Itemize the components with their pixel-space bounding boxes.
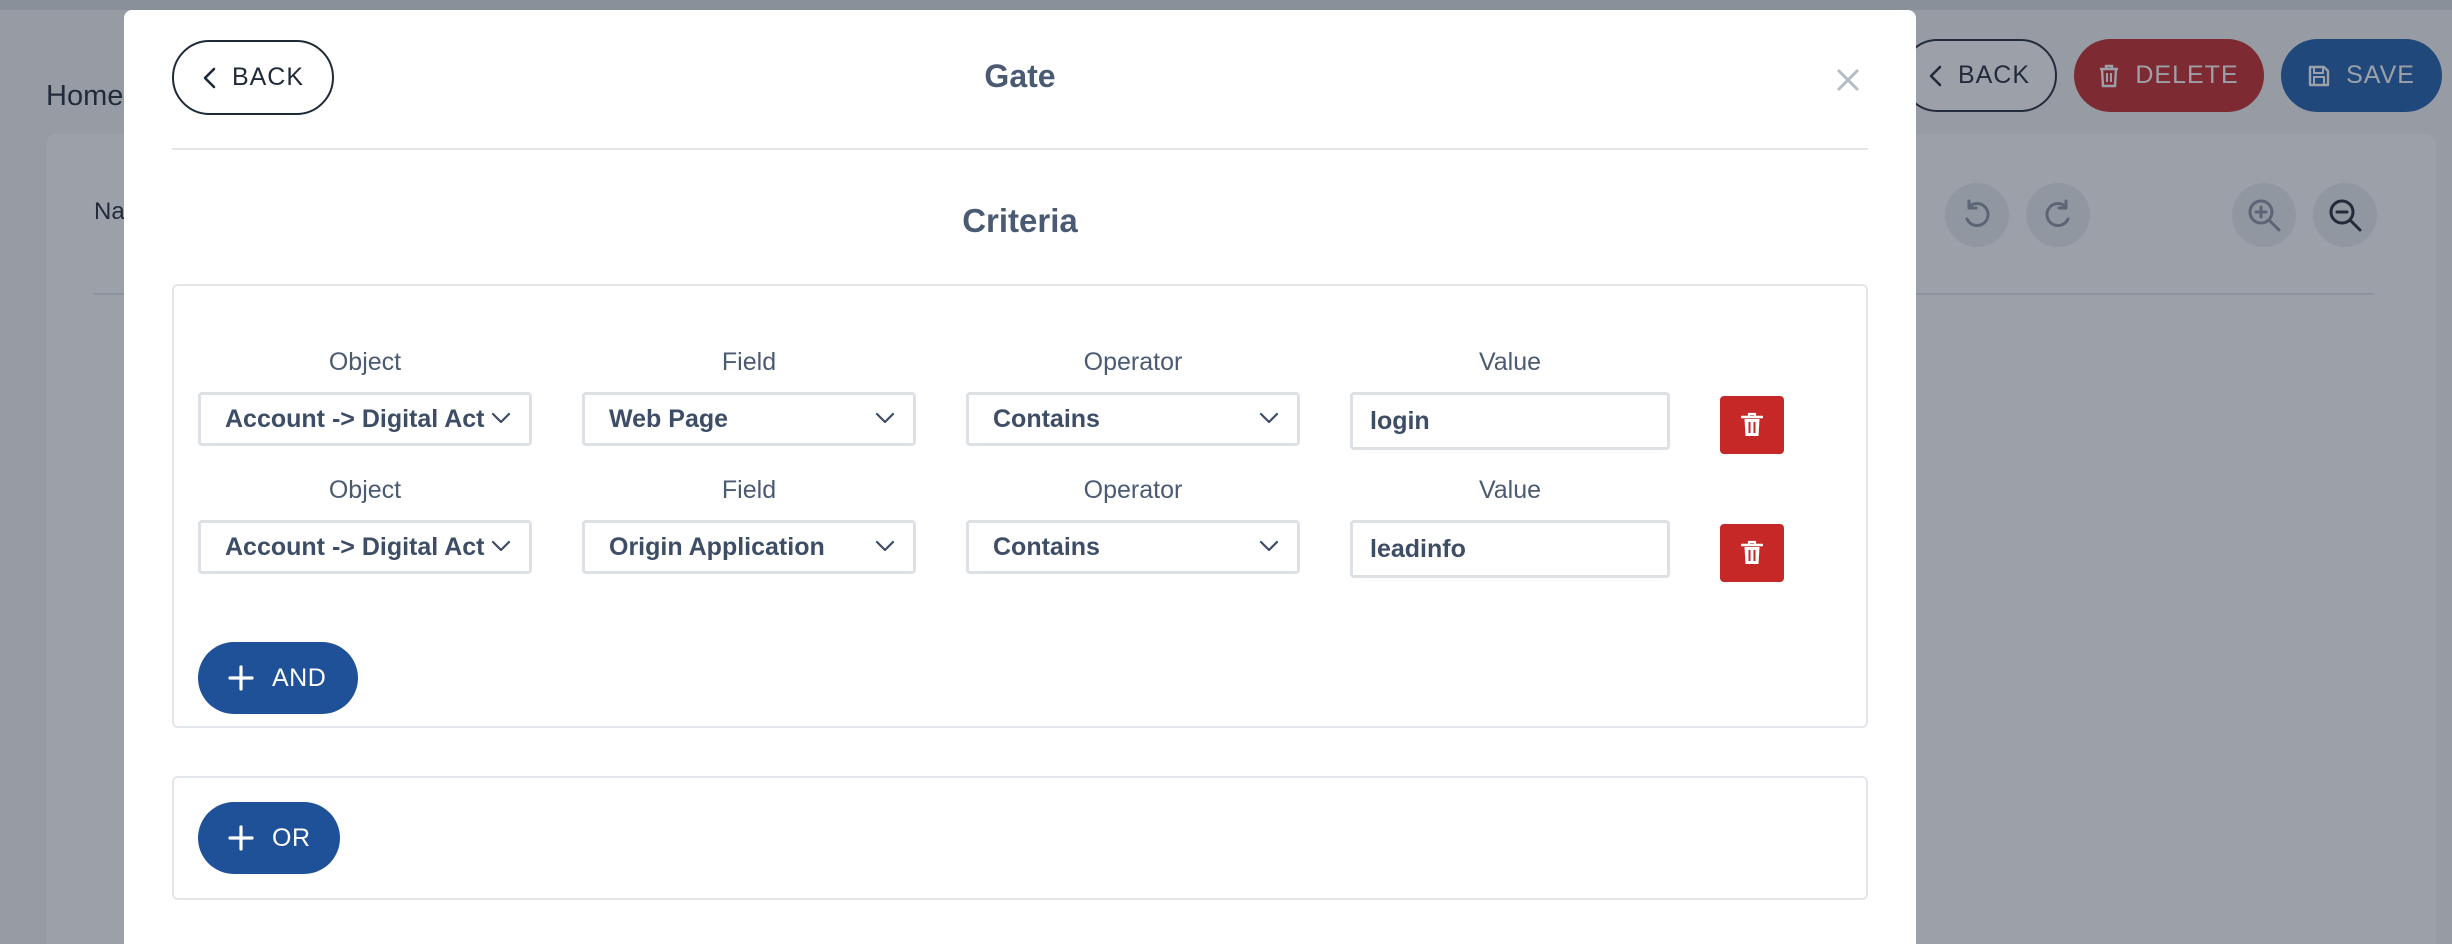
plus-icon: [228, 825, 254, 851]
chevron-down-icon: [491, 412, 511, 424]
operator-select-value: Contains: [993, 405, 1100, 433]
value-input[interactable]: login: [1350, 392, 1670, 450]
operator-column: Operator Contains: [966, 472, 1300, 574]
object-select-value: Account -> Digital Act: [225, 533, 485, 561]
and-group: Object Account -> Digital Act Field Web …: [172, 284, 1868, 728]
modal-title: Gate: [984, 58, 1056, 94]
chevron-down-icon: [1259, 412, 1279, 424]
field-select-value: Origin Application: [609, 533, 825, 561]
gate-modal: Gate BACK Criteria Object Account -> Dig…: [124, 10, 1916, 944]
object-column: Object Account -> Digital Act: [198, 344, 532, 446]
plus-icon: [228, 665, 254, 691]
field-select[interactable]: Web Page: [582, 392, 916, 446]
modal-header: Gate BACK: [172, 40, 1868, 150]
trash-icon: [1741, 412, 1763, 436]
value-column: Value login: [1350, 344, 1670, 450]
value-column: Value leadinfo: [1350, 472, 1670, 578]
chevron-down-icon: [491, 540, 511, 552]
trash-icon: [1741, 540, 1763, 564]
criteria-heading: Criteria: [962, 202, 1078, 239]
delete-criteria-button[interactable]: [1720, 396, 1784, 454]
field-select-value: Web Page: [609, 405, 729, 433]
field-select[interactable]: Origin Application: [582, 520, 916, 574]
modal-back-button[interactable]: BACK: [172, 40, 334, 115]
operator-label: Operator: [1083, 476, 1183, 504]
modal-back-label: BACK: [231, 63, 305, 91]
chevron-down-icon: [875, 412, 895, 424]
operator-column: Operator Contains: [966, 344, 1300, 446]
add-and-button[interactable]: AND: [198, 642, 358, 714]
criteria-row: Object Account -> Digital Act Field Web …: [198, 344, 1848, 464]
object-label: Object: [328, 348, 402, 376]
close-button[interactable]: [1828, 60, 1868, 100]
value-input[interactable]: leadinfo: [1350, 520, 1670, 578]
value-label: Value: [1478, 476, 1542, 504]
or-group: OR: [172, 776, 1868, 900]
operator-select-value: Contains: [993, 533, 1100, 561]
close-icon: [1837, 69, 1859, 91]
field-label: Field: [721, 348, 777, 376]
field-column: Field Origin Application: [582, 472, 916, 574]
delete-criteria-button[interactable]: [1720, 524, 1784, 582]
operator-label: Operator: [1083, 348, 1183, 376]
object-select[interactable]: Account -> Digital Act: [198, 392, 532, 446]
object-label: Object: [328, 476, 402, 504]
add-or-label: OR: [272, 823, 311, 852]
operator-select[interactable]: Contains: [966, 520, 1300, 574]
chevron-down-icon: [875, 540, 895, 552]
object-column: Object Account -> Digital Act: [198, 472, 532, 574]
field-label: Field: [721, 476, 777, 504]
criteria-row: Object Account -> Digital Act Field Orig…: [198, 472, 1848, 592]
field-column: Field Web Page: [582, 344, 916, 446]
value-label: Value: [1478, 348, 1542, 376]
add-and-label: AND: [272, 663, 327, 692]
add-or-button[interactable]: OR: [198, 802, 340, 874]
chevron-left-icon: [203, 67, 216, 88]
object-select[interactable]: Account -> Digital Act: [198, 520, 532, 574]
chevron-down-icon: [1259, 540, 1279, 552]
object-select-value: Account -> Digital Act: [225, 405, 485, 433]
operator-select[interactable]: Contains: [966, 392, 1300, 446]
